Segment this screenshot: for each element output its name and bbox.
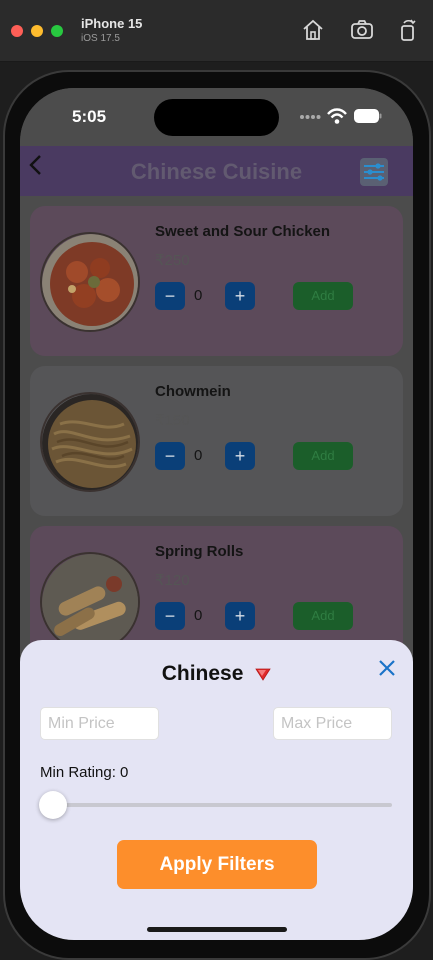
close-icon[interactable] [377,658,397,678]
close-window-button[interactable] [11,25,23,37]
cuisine-title: Chinese [161,662,244,685]
quantity-value: 0 [194,607,203,624]
quantity-value: 0 [194,287,203,304]
simulator-toolbar: iPhone 15 iOS 17.5 [0,0,433,62]
min-price-input[interactable] [40,707,159,740]
add-button[interactable]: Add [293,602,353,630]
phone-screen: 5:05 Chinese Cuisine Sweet and Sour Chic… [20,88,413,940]
minimize-window-button[interactable] [31,25,43,37]
screenshot-icon[interactable] [350,18,374,42]
status-time: 5:05 [72,107,107,126]
dish-name: Chowmein [155,383,231,400]
decrement-button[interactable]: − [155,602,185,630]
filter-button[interactable] [360,158,388,186]
rotate-icon[interactable] [396,18,420,42]
decrement-button[interactable]: − [155,282,185,310]
increment-button[interactable]: + [225,602,255,630]
status-bar: 5:05 [20,88,413,146]
min-rating-label: Min Rating: 0 [40,764,129,781]
dish-price: ₹150 [155,412,190,429]
dish-image [40,552,140,652]
max-price-input[interactable] [273,707,392,740]
os-version: iOS 17.5 [81,33,120,44]
home-icon[interactable] [301,18,325,42]
sheet-title-row[interactable]: Chinese [20,662,413,686]
dish-image [40,392,140,492]
dynamic-island [154,99,279,136]
dish-name: Sweet and Sour Chicken [155,223,331,240]
dish-card: Sweet and Sour Chicken ₹250 − 0 + Add [30,206,403,356]
dish-name: Spring Rolls [155,543,244,560]
dish-price: ₹250 [155,252,190,269]
home-indicator[interactable] [147,927,287,932]
rating-slider-track[interactable] [53,803,392,807]
apply-filters-button[interactable]: Apply Filters [117,840,317,889]
decrement-button[interactable]: − [155,442,185,470]
quantity-value: 0 [194,447,203,464]
add-button[interactable]: Add [293,442,353,470]
app-header: Chinese Cuisine [20,146,413,196]
device-name: iPhone 15 [81,16,143,31]
dish-image [40,232,140,332]
dish-price: ₹120 [155,572,190,589]
rating-slider-thumb[interactable] [39,791,67,819]
signal-dots-icon [300,115,321,119]
red-triangle-down-icon[interactable] [255,667,271,682]
add-button[interactable]: Add [293,282,353,310]
dish-card: Chowmein ₹150 − 0 + Add [30,366,403,516]
battery-icon [354,109,382,123]
filter-sheet: Chinese Min Rating: 0 Apply Filters [20,640,413,940]
zoom-window-button[interactable] [51,25,63,37]
page-title: Chinese Cuisine [130,159,303,184]
wifi-icon [327,108,347,124]
increment-button[interactable]: + [225,282,255,310]
increment-button[interactable]: + [225,442,255,470]
